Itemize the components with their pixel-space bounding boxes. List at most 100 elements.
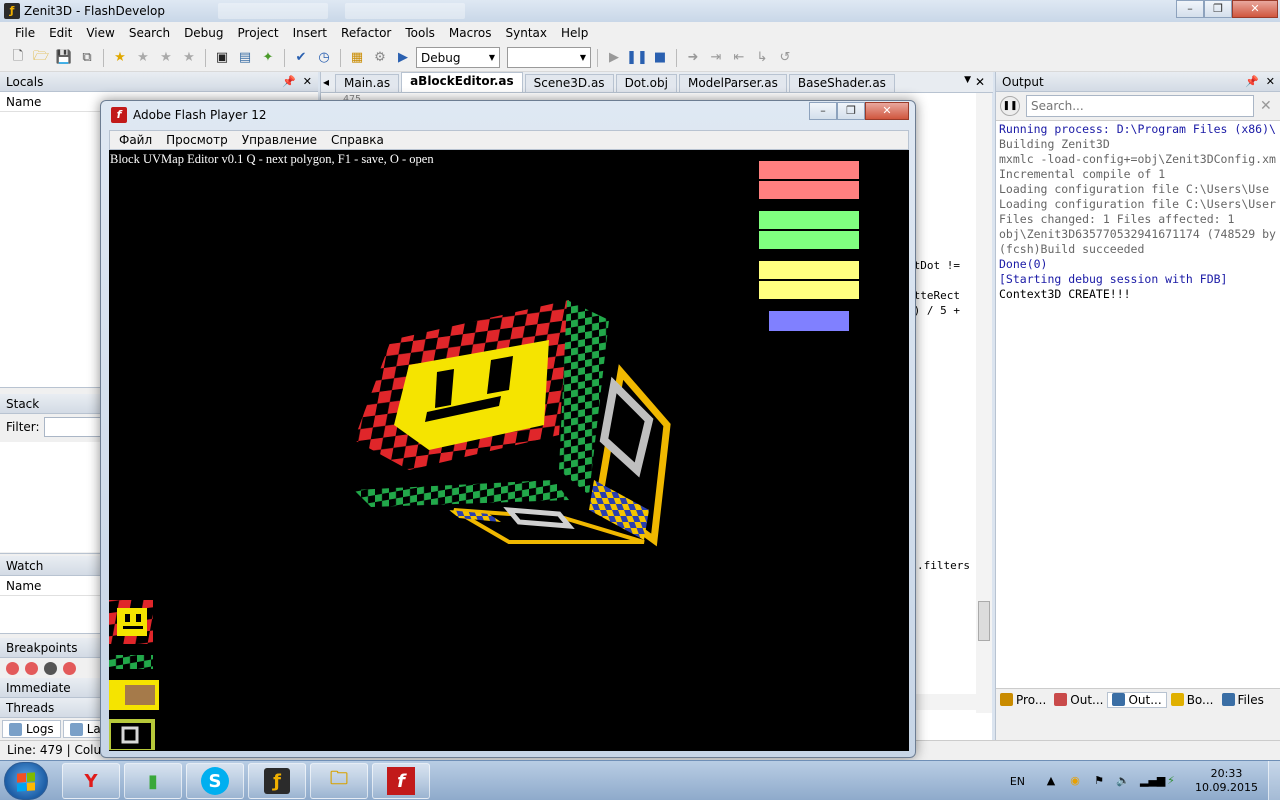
tab-ablockeditor-as[interactable]: aBlockEditor.as	[401, 72, 523, 92]
pin-icon[interactable]: 📌	[1245, 75, 1259, 88]
menu-macros[interactable]: Macros	[442, 26, 499, 40]
minimize-button[interactable]: –	[1176, 0, 1204, 18]
output-panel-header: Output 📌 ✕	[996, 72, 1280, 92]
prev-bookmark-icon[interactable]: ★	[133, 48, 153, 68]
windows-taskbar: Y ▮ S ƒ 🗀 f EN ▲ ◉ ⚑ 🔈 ▂▄▆ ⚡ 20:33 10.09…	[0, 760, 1280, 800]
step-into-icon[interactable]: ⇥	[706, 48, 726, 68]
dock-tab[interactable]: Out...	[1050, 693, 1107, 707]
menu-tools[interactable]: Tools	[398, 26, 442, 40]
flash-minimize-button[interactable]: –	[809, 102, 837, 120]
tab-list-dropdown-icon[interactable]: ▼	[964, 75, 971, 85]
tab-modelparser-as[interactable]: ModelParser.as	[678, 74, 787, 92]
explorer-taskbar-icon[interactable]: 🗀	[310, 763, 368, 799]
volume-icon[interactable]: 🔈	[1116, 774, 1130, 788]
run-to-cursor-icon[interactable]: ↳	[752, 48, 772, 68]
flash-menu-view[interactable]: Просмотр	[159, 133, 235, 147]
bookmark-star-icon[interactable]: ★	[110, 48, 130, 68]
settings-gear-icon[interactable]: ⚙	[370, 48, 390, 68]
menu-help[interactable]: Help	[554, 26, 595, 40]
show-desktop-button[interactable]	[1268, 761, 1280, 800]
yandex-browser-taskbar-icon[interactable]: Y	[62, 763, 120, 799]
debug-continue-icon[interactable]: ▶	[604, 48, 624, 68]
flash-close-button[interactable]: ✕	[865, 102, 909, 120]
clear-output-icon[interactable]: ✕	[1260, 98, 1272, 114]
save-all-icon[interactable]: ⧉	[77, 48, 97, 68]
breakpoint-icon[interactable]	[6, 662, 19, 675]
scrollbar-thumb[interactable]	[978, 601, 990, 641]
command-prompt-icon[interactable]: ▣	[212, 48, 232, 68]
flash-menu-help[interactable]: Справка	[324, 133, 391, 147]
show-hidden-icons-icon[interactable]: ▲	[1044, 774, 1058, 788]
breakpoint-icon[interactable]	[25, 662, 38, 675]
tab-logs[interactable]: Logs	[2, 720, 61, 738]
layers-icon	[69, 722, 83, 736]
next-bookmark-icon[interactable]: ★	[156, 48, 176, 68]
clock-icon[interactable]: ◷	[314, 48, 334, 68]
menu-refactor[interactable]: Refactor	[334, 26, 398, 40]
tab-baseshader-as[interactable]: BaseShader.as	[788, 74, 895, 92]
menu-view[interactable]: View	[79, 26, 121, 40]
menu-file[interactable]: File	[8, 26, 42, 40]
new-file-icon[interactable]: 🗋	[8, 48, 28, 68]
menu-syntax[interactable]: Syntax	[499, 26, 554, 40]
restart-icon[interactable]: ↺	[775, 48, 795, 68]
dock-tab[interactable]: Out...	[1107, 691, 1167, 708]
output-line: mxmlc -load-config+=obj\Zenit3DConfig.xm	[999, 152, 1276, 166]
dock-tab[interactable]: Files	[1218, 693, 1268, 707]
recycle-cup-taskbar-icon[interactable]: ▮	[124, 763, 182, 799]
run-play-icon[interactable]: ▶	[393, 48, 413, 68]
language-indicator[interactable]: EN	[1010, 775, 1025, 788]
power-icon[interactable]: ⚡	[1164, 774, 1178, 788]
avast-icon[interactable]: ◉	[1068, 774, 1082, 788]
output-search-input[interactable]	[1026, 95, 1254, 117]
flash-menu-control[interactable]: Управление	[235, 133, 324, 147]
build-config-select[interactable]: Debug ▼	[416, 47, 500, 68]
menu-edit[interactable]: Edit	[42, 26, 79, 40]
clear-bookmarks-icon[interactable]: ★	[179, 48, 199, 68]
action-center-flag-icon[interactable]: ⚑	[1092, 774, 1106, 788]
flash-maximize-button[interactable]: ❐	[837, 102, 865, 120]
network-icon[interactable]: ▂▄▆	[1140, 774, 1165, 788]
editor-vertical-scrollbar[interactable]	[976, 93, 992, 713]
debug-pause-icon[interactable]: ❚❚	[626, 48, 648, 68]
maximize-button[interactable]: ❐	[1204, 0, 1232, 18]
flashdevelop-taskbar-icon[interactable]: ƒ	[248, 763, 306, 799]
menu-project[interactable]: Project	[231, 26, 286, 40]
tab-main-as[interactable]: Main.as	[335, 74, 400, 92]
menu-debug[interactable]: Debug	[177, 26, 230, 40]
breakpoint-icon[interactable]	[63, 662, 76, 675]
flash-player-taskbar-icon[interactable]: f	[372, 763, 430, 799]
disable-breakpoint-icon[interactable]	[44, 662, 57, 675]
clock[interactable]: 20:33 10.09.2015	[1195, 767, 1258, 795]
build-box-icon[interactable]: ▦	[347, 48, 367, 68]
start-button[interactable]	[4, 762, 48, 800]
tab-dot-obj[interactable]: Dot.obj	[615, 74, 677, 92]
open-folder-icon[interactable]: 🗁	[31, 48, 51, 68]
check-syntax-icon[interactable]: ✔	[291, 48, 311, 68]
close-button[interactable]: ✕	[1232, 0, 1278, 18]
save-icon[interactable]: 💾	[54, 48, 74, 68]
tab-scene3d-as[interactable]: Scene3D.as	[524, 74, 614, 92]
step-out-icon[interactable]: ⇤	[729, 48, 749, 68]
puzzle-icon[interactable]: ✦	[258, 48, 278, 68]
step-over-icon[interactable]: ➜	[683, 48, 703, 68]
menu-insert[interactable]: Insert	[286, 26, 334, 40]
flash-menu-file[interactable]: Файл	[112, 133, 159, 147]
close-icon[interactable]: ✕	[1266, 75, 1275, 88]
output-log: Running process: D:\Program Files (x86)\…	[996, 120, 1280, 692]
menu-search[interactable]: Search	[122, 26, 177, 40]
skype-taskbar-icon[interactable]: S	[186, 763, 244, 799]
flash-stage[interactable]: Block UVMap Editor v0.1 Q - next polygon…	[109, 150, 909, 751]
windows-logo-icon	[17, 772, 35, 792]
debug-stop-icon[interactable]: ■	[650, 48, 670, 68]
window-layout-icon[interactable]: ▤	[235, 48, 255, 68]
dock-tab[interactable]: Pro...	[996, 693, 1050, 707]
block-3d-render[interactable]	[109, 150, 909, 751]
pin-icon[interactable]: 📌	[282, 75, 296, 88]
close-tab-icon[interactable]: ✕	[975, 75, 985, 89]
close-icon[interactable]: ✕	[303, 75, 312, 88]
pause-output-icon[interactable]: ❚❚	[1000, 96, 1020, 116]
tab-scroll-left-icon[interactable]: ◂	[323, 75, 329, 89]
platform-select[interactable]: ▼	[507, 47, 591, 68]
dock-tab[interactable]: Bo...	[1167, 693, 1218, 707]
